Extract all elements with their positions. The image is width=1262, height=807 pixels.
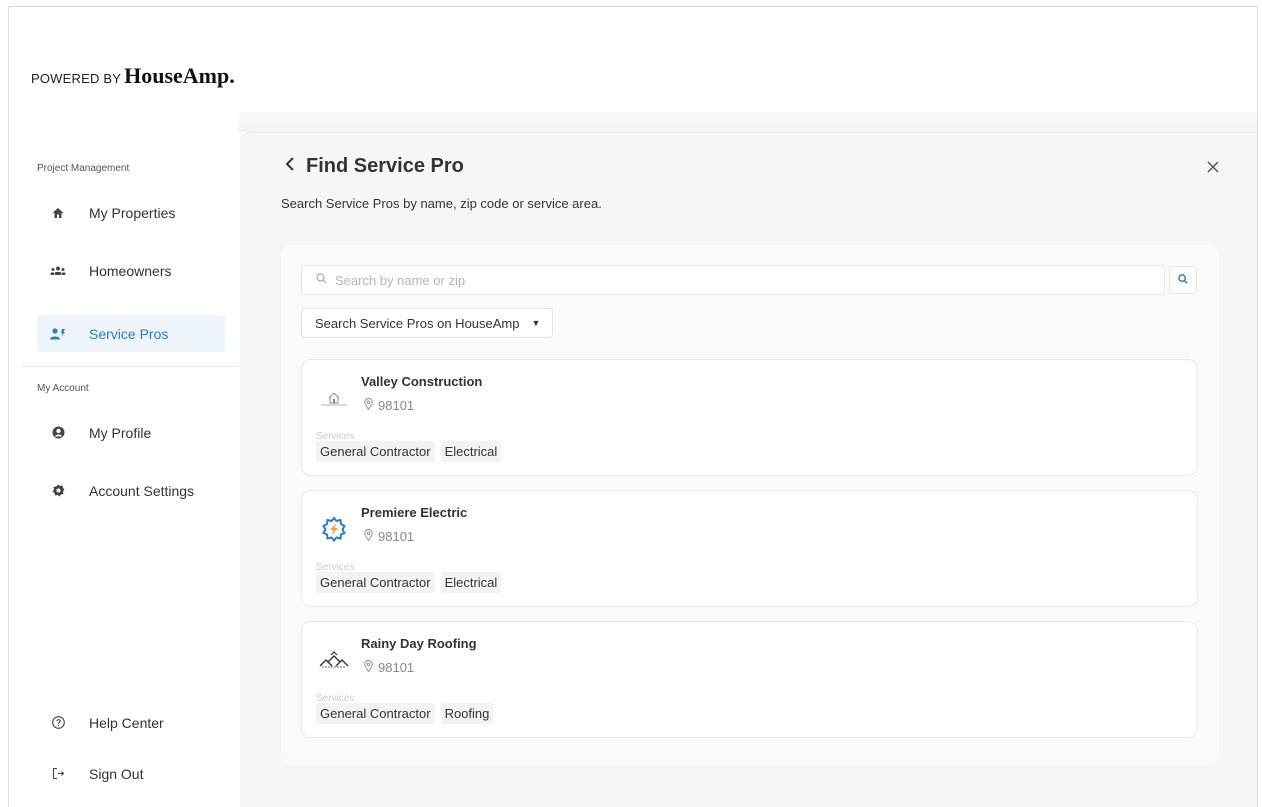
pro-name: Rainy Day Roofing: [361, 636, 477, 651]
sidebar-item-label: Help Center: [89, 714, 164, 731]
service-tag: Electrical: [440, 441, 502, 462]
pro-card-valley-construction[interactable]: Valley Construction 98101 Services Gener…: [301, 359, 1198, 476]
services-label: Services: [316, 562, 355, 570]
help-icon: [47, 716, 69, 729]
sidebar-divider: [21, 366, 239, 367]
sidebar-item-help-center[interactable]: Help Center: [37, 704, 225, 741]
brand-name: HouseAmp.: [124, 63, 235, 88]
sidebar-item-sign-out[interactable]: Sign Out: [37, 755, 225, 792]
search-button[interactable]: [1169, 266, 1197, 294]
page-title: Find Service Pro: [306, 155, 464, 177]
location-pin-icon: [364, 398, 373, 413]
service-tag: Electrical: [440, 572, 502, 593]
service-tags: General Contractor Electrical: [316, 441, 502, 462]
services-label: Services: [316, 693, 355, 701]
user-circle-icon: [47, 426, 69, 439]
service-tags: General Contractor Roofing: [316, 703, 494, 724]
top-band: [239, 112, 1257, 132]
services-label: Services: [316, 431, 355, 439]
sidebar-item-service-pros[interactable]: Service Pros: [37, 315, 225, 352]
section-label-project-management: Project Management: [37, 163, 130, 174]
close-icon[interactable]: [1207, 157, 1219, 178]
pro-name: Premiere Electric: [361, 505, 468, 520]
sign-out-icon: [47, 767, 69, 780]
service-tag: General Contractor: [316, 703, 435, 724]
sidebar-item-account-settings[interactable]: Account Settings: [37, 472, 225, 509]
pro-card-rainy-day-roofing[interactable]: Rainy Day Roofing 98101 Services General…: [301, 621, 1198, 738]
sidebar-item-label: Sign Out: [89, 765, 144, 782]
home-icon: [47, 207, 69, 219]
brand-logo: POWERED BY HouseAmp.: [31, 63, 235, 89]
gear-icon: [47, 484, 69, 497]
sidebar-item-label: Service Pros: [89, 325, 169, 342]
search-input[interactable]: [335, 272, 1135, 288]
pro-location: 98101: [364, 398, 414, 413]
search-results-container: Search Service Pros on HouseAmp ▼ Valley…: [281, 245, 1219, 765]
powered-by-text: POWERED BY: [31, 71, 122, 86]
source-select-value: Search Service Pros on HouseAmp: [315, 315, 520, 331]
service-tag: General Contractor: [316, 572, 435, 593]
page-subtitle: Search Service Pros by name, zip code or…: [281, 196, 602, 211]
source-select[interactable]: Search Service Pros on HouseAmp ▼: [301, 308, 554, 338]
location-pin-icon: [364, 660, 373, 675]
sidebar: Project Management My Properties Homeown…: [9, 132, 239, 807]
pro-zip: 98101: [378, 529, 415, 544]
pro-location: 98101: [364, 660, 414, 675]
pro-zip: 98101: [378, 660, 415, 675]
back-chevron-icon[interactable]: [284, 155, 296, 178]
sidebar-item-label: My Profile: [89, 424, 152, 441]
service-tags: General Contractor Electrical: [316, 572, 502, 593]
sidebar-item-label: My Properties: [89, 204, 176, 221]
sidebar-item-my-profile[interactable]: My Profile: [37, 414, 225, 451]
pro-zip: 98101: [378, 398, 415, 413]
service-pro-icon: [47, 327, 69, 340]
section-label-my-account: My Account: [37, 383, 89, 394]
service-tag: Roofing: [440, 703, 494, 724]
sidebar-item-label: Account Settings: [89, 482, 195, 499]
main-panel: Find Service Pro Search Service Pros by …: [240, 132, 1257, 807]
house-outline-logo: [316, 380, 352, 416]
group-icon: [47, 266, 69, 276]
sidebar-item-my-properties[interactable]: My Properties: [37, 194, 225, 231]
sidebar-item-homeowners[interactable]: Homeowners: [37, 252, 225, 289]
pro-location: 98101: [364, 529, 414, 544]
gear-bolt-logo: [316, 511, 352, 547]
sidebar-item-label: Homeowners: [89, 262, 172, 279]
search-icon: [1178, 271, 1188, 289]
pro-name: Valley Construction: [361, 374, 483, 389]
search-icon: [316, 271, 327, 289]
caret-down-icon: ▼: [531, 318, 541, 328]
search-field: [301, 265, 1165, 295]
rooftops-logo: [316, 642, 352, 678]
location-pin-icon: [364, 529, 373, 544]
page-header: Find Service Pro: [284, 155, 464, 178]
pro-card-premiere-electric[interactable]: Premiere Electric 98101 Services General…: [301, 490, 1198, 607]
app-window: POWERED BY HouseAmp. Project Management …: [8, 6, 1258, 807]
service-tag: General Contractor: [316, 441, 435, 462]
